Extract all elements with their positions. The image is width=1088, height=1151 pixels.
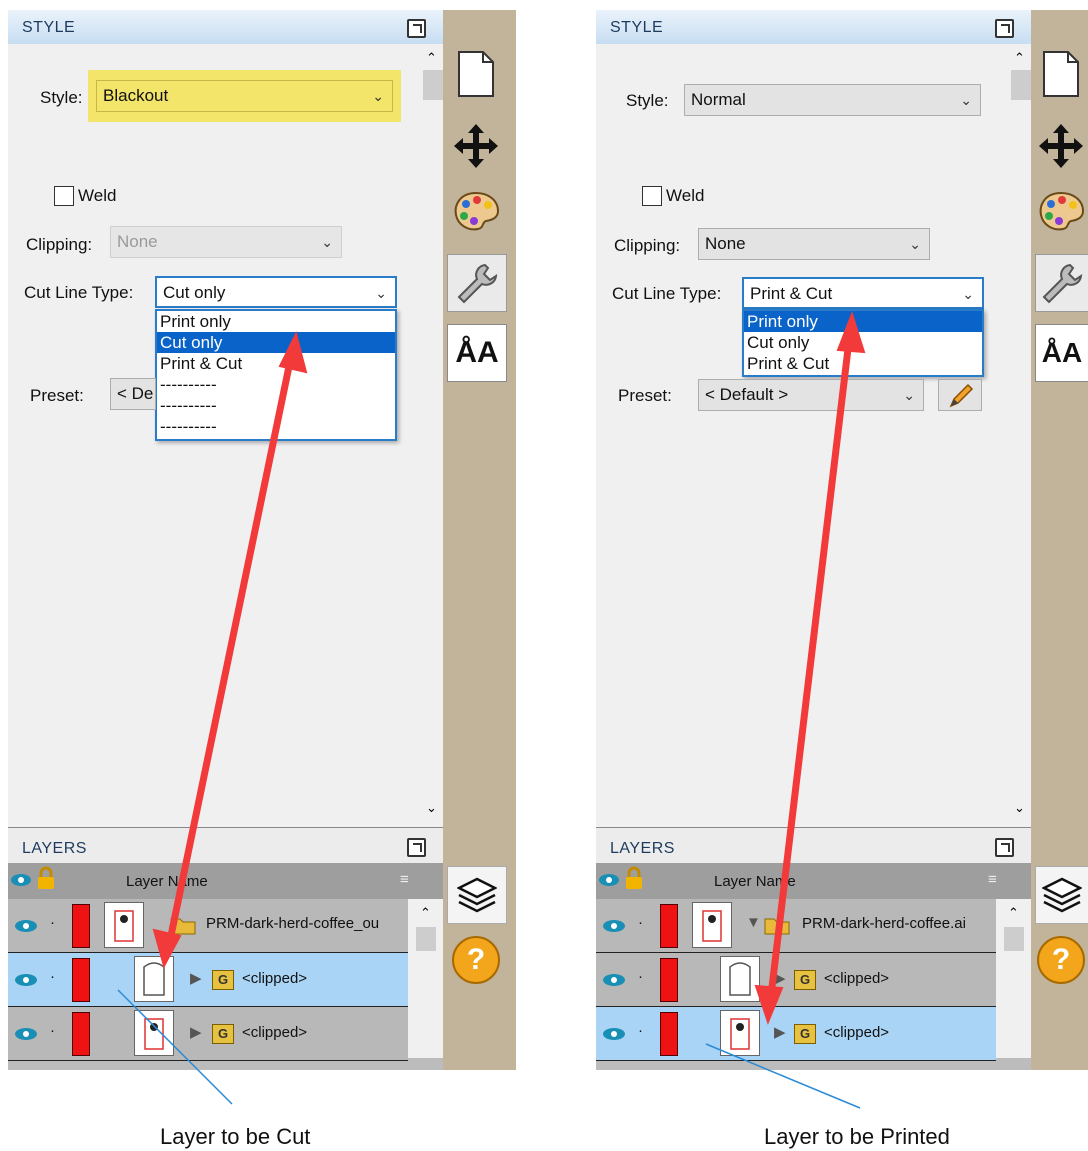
- callout-line-left: [117, 989, 233, 1105]
- red-arrow-left: [152, 331, 308, 969]
- annotation-overlay: [117, 310, 866, 1109]
- callout-line-right: [705, 1043, 861, 1109]
- red-arrow-right: [754, 310, 866, 1025]
- caption-layer-to-be-printed: Layer to be Printed: [764, 1124, 950, 1149]
- caption-layer-to-be-cut: Layer to be Cut: [160, 1124, 311, 1149]
